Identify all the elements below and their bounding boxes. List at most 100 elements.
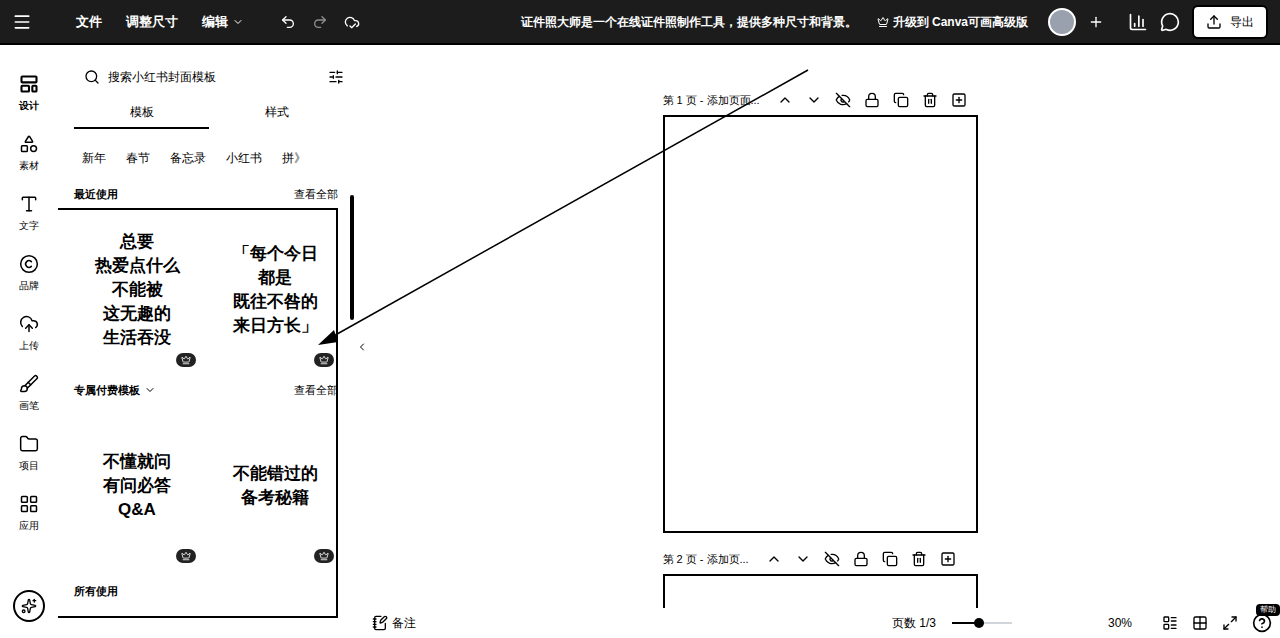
chevron-down-icon[interactable] [795,551,811,567]
page-label[interactable]: 第 2 页 - 添加页... [663,551,749,568]
rail-item[interactable]: 品牌 [0,243,58,303]
rail-item[interactable]: 文字 [0,183,58,243]
menu-button[interactable]: 编辑 [194,8,252,36]
add-page-icon[interactable] [951,92,967,108]
upgrade-button[interactable]: 升级到 Canva可画高级版 [869,9,1036,35]
rail-icon [19,134,39,154]
trash-icon[interactable] [911,551,927,567]
cloud-saved-icon[interactable] [344,14,360,30]
premium-badge [176,549,196,563]
avatar[interactable] [1048,8,1076,36]
premium-badge [314,353,334,367]
rail-item[interactable]: 画笔 [0,363,58,423]
crown-icon [319,551,329,561]
fullscreen-icon[interactable] [1222,615,1238,631]
page-count[interactable]: 页数 1/3 [892,614,936,632]
chart-icon[interactable] [1128,12,1148,32]
rail-item[interactable]: 应用 [0,483,58,543]
hide-icon[interactable] [824,551,840,567]
chevron-down-icon[interactable] [806,92,822,108]
category-chip[interactable]: 备忘录 [170,149,206,167]
design-title[interactable]: 证件照大师是一个在线证件照制作工具，提供多种尺寸和背景。 [372,13,857,31]
rail-icon [19,434,39,454]
section-title: 最近使用 [74,186,118,203]
page-canvas[interactable] [663,574,978,608]
notes-button[interactable]: 备注 [372,614,416,632]
export-icon [1206,14,1222,30]
crown-icon [319,355,329,365]
plus-icon[interactable] [1088,14,1104,30]
side-rail: 设计素材文字品牌上传画笔项目应用 [0,45,58,638]
bottom-bar: 备注 页数 1/3 30% 帮助 [360,608,1280,638]
lock-icon[interactable] [864,92,880,108]
help-icon [1252,613,1272,633]
help-button[interactable]: 帮助 [1252,613,1272,633]
hide-icon[interactable] [835,92,851,108]
add-page-icon[interactable] [940,551,956,567]
comment-icon[interactable] [1160,12,1180,32]
trash-icon[interactable] [922,92,938,108]
rail-item[interactable]: 上传 [0,303,58,363]
grid-view-icon[interactable] [1192,615,1208,631]
export-button[interactable]: 导出 [1192,5,1268,39]
filter-icon[interactable] [328,69,344,85]
premium-badge [314,549,334,563]
annotation-arrow-icon [0,0,1280,638]
canvas-area: 第 1 页 - 添加页面... 第 2 页 - 添加页... 备注 页数 1/3 30%… [360,45,1280,638]
section-title: 专属付费模板 [74,382,156,399]
page-canvas[interactable] [663,115,978,533]
template-card[interactable]: 不能错过的备考秘籍 [212,405,338,567]
page: 第 1 页 - 添加页面... [663,88,978,547]
rail-item[interactable]: 素材 [0,123,58,183]
category-chip[interactable]: 春节 [126,149,150,167]
side-panel: 模板样式新年春节备忘录小红书拼》最近使用查看全部总要热爱点什么不能被这无趣的生活… [58,45,360,638]
template-section: 专属付费模板 查看全部不懂就问有问必答Q&A不能错过的备考秘籍 [74,379,338,567]
chevron-down-icon[interactable] [144,384,156,396]
crown-icon [181,551,191,561]
redo-icon[interactable] [312,14,328,30]
category-chip[interactable]: 小红书 [226,149,262,167]
rail-item[interactable]: 设计 [0,63,58,123]
view-all-link[interactable]: 查看全部 [294,382,338,399]
lock-icon[interactable] [853,551,869,567]
template-section: 最近使用 查看全部总要热爱点什么不能被这无趣的生活吞没「每个今日都是既往不咎的来日… [74,183,338,371]
view-all-link[interactable]: 查看全部 [294,186,338,203]
rail-icon [19,494,39,514]
scrollbar[interactable] [350,195,354,320]
template-card[interactable]: 不懂就问有问必答Q&A [74,405,200,567]
chevron-up-icon[interactable] [766,551,782,567]
duplicate-icon[interactable] [882,551,898,567]
app: 文件调整尺寸编辑 证件照大师是一个在线证件照制作工具，提供多种尺寸和背景。升级到 … [0,0,1280,638]
zoom-slider[interactable] [952,622,1012,624]
premium-badge [176,353,196,367]
rail-item[interactable]: 项目 [0,423,58,483]
rail-icon [19,74,39,94]
zoom-value[interactable]: 30% [1108,614,1132,632]
menu-icon[interactable] [12,12,32,32]
category-chip[interactable]: 新年 [82,149,106,167]
template-card[interactable]: 「每个今日都是既往不咎的来日方长」 [212,209,338,371]
panel-tab[interactable]: 模板 [74,103,209,129]
undo-icon[interactable] [280,14,296,30]
magic-button[interactable] [13,590,45,622]
chevron-left-icon [356,341,368,353]
category-chip[interactable]: 拼》 [282,149,306,167]
help-badge: 帮助 [1256,604,1280,616]
notes-icon [372,615,388,631]
collapse-panel-button[interactable] [354,335,370,359]
list-view-icon[interactable] [1162,615,1178,631]
page: 第 2 页 - 添加页... [663,547,978,608]
top-bar: 文件调整尺寸编辑 证件照大师是一个在线证件照制作工具，提供多种尺寸和背景。升级到 … [0,0,1280,45]
rail-icon [19,374,39,394]
rail-icon [19,254,39,274]
template-card[interactable]: 总要热爱点什么不能被这无趣的生活吞没 [74,209,200,371]
search-input[interactable] [108,68,320,86]
panel-tab[interactable]: 样式 [209,103,344,129]
page-label[interactable]: 第 1 页 - 添加页面... [663,92,760,109]
crown-icon [877,16,889,28]
menu-button[interactable]: 文件 [68,8,110,36]
crown-icon [181,355,191,365]
chevron-up-icon[interactable] [777,92,793,108]
menu-button[interactable]: 调整尺寸 [118,8,186,36]
duplicate-icon[interactable] [893,92,909,108]
